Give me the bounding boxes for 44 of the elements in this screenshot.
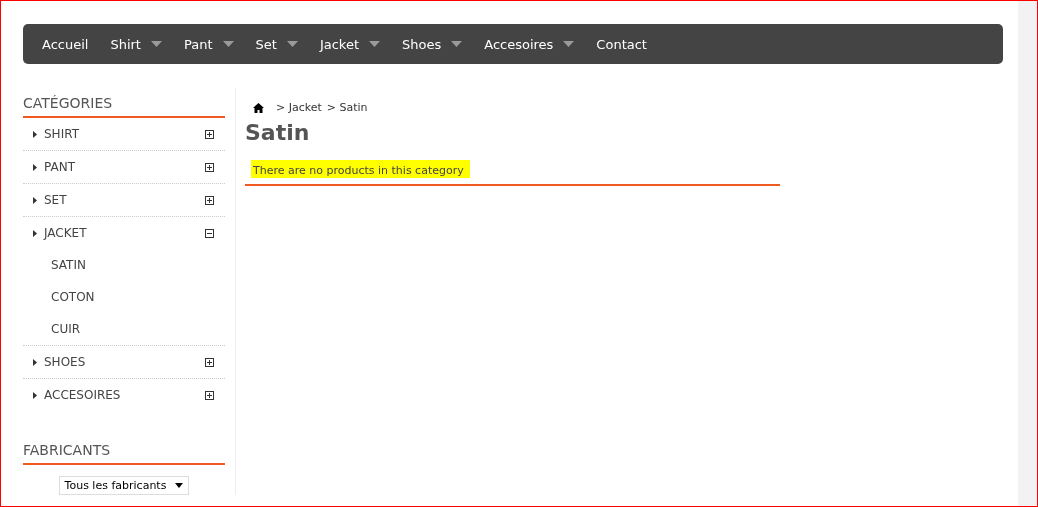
triangle-icon	[33, 163, 37, 171]
caret-icon	[175, 483, 184, 488]
caret-icon	[451, 41, 463, 47]
collapse-icon[interactable]	[205, 228, 214, 238]
category-link[interactable]: SHIRT	[44, 127, 205, 141]
expand-icon[interactable]	[205, 162, 214, 172]
triangle-icon	[33, 130, 37, 138]
expand-icon[interactable]	[205, 390, 214, 400]
category-link[interactable]: SET	[44, 193, 205, 207]
triangle-icon	[33, 391, 37, 399]
subcategory-link[interactable]: SATIN	[23, 249, 225, 281]
caret-icon	[563, 41, 575, 47]
nav-link[interactable]: Accueil	[42, 36, 89, 52]
empty-message: There are no products in this category	[251, 160, 470, 178]
nav-link[interactable]: Shoes	[402, 36, 463, 52]
block-title: CATÉGORIES	[23, 95, 225, 118]
caret-icon	[369, 41, 380, 47]
nav-link[interactable]: Contact	[596, 36, 647, 52]
caret-icon	[286, 41, 298, 47]
manufacturer-select[interactable]: Tous les fabricants	[58, 476, 190, 495]
nav-link[interactable]: Shirt	[110, 36, 162, 52]
triangle-icon	[33, 229, 37, 237]
block-title: FABRICANTS	[23, 442, 225, 465]
triangle-icon	[33, 196, 37, 204]
nav-link[interactable]: Set	[255, 36, 298, 52]
nav-link[interactable]: Pant	[183, 36, 234, 52]
category-link[interactable]: ACCESOIRES	[44, 388, 205, 402]
nav-link[interactable]: Jacket	[319, 36, 380, 52]
category-link[interactable]: JACKET	[44, 226, 205, 240]
nav-link[interactable]: Accesoires	[484, 36, 575, 52]
page-title: Satin	[245, 120, 311, 145]
breadcrumb-link[interactable]: > Jacket	[276, 101, 322, 114]
category-link[interactable]: SHOES	[44, 355, 205, 369]
subcategory-link[interactable]: CUIR	[23, 313, 225, 345]
caret-icon	[150, 41, 162, 47]
expand-icon[interactable]	[205, 129, 214, 139]
expand-icon[interactable]	[205, 195, 214, 205]
caret-icon	[222, 41, 234, 47]
expand-icon[interactable]	[205, 357, 214, 367]
subcategory-link[interactable]: COTON	[23, 281, 225, 313]
breadcrumb-link[interactable]: > Satin	[326, 101, 368, 114]
triangle-icon	[33, 358, 37, 366]
home-icon[interactable]	[253, 102, 264, 113]
category-link[interactable]: PANT	[44, 160, 205, 174]
